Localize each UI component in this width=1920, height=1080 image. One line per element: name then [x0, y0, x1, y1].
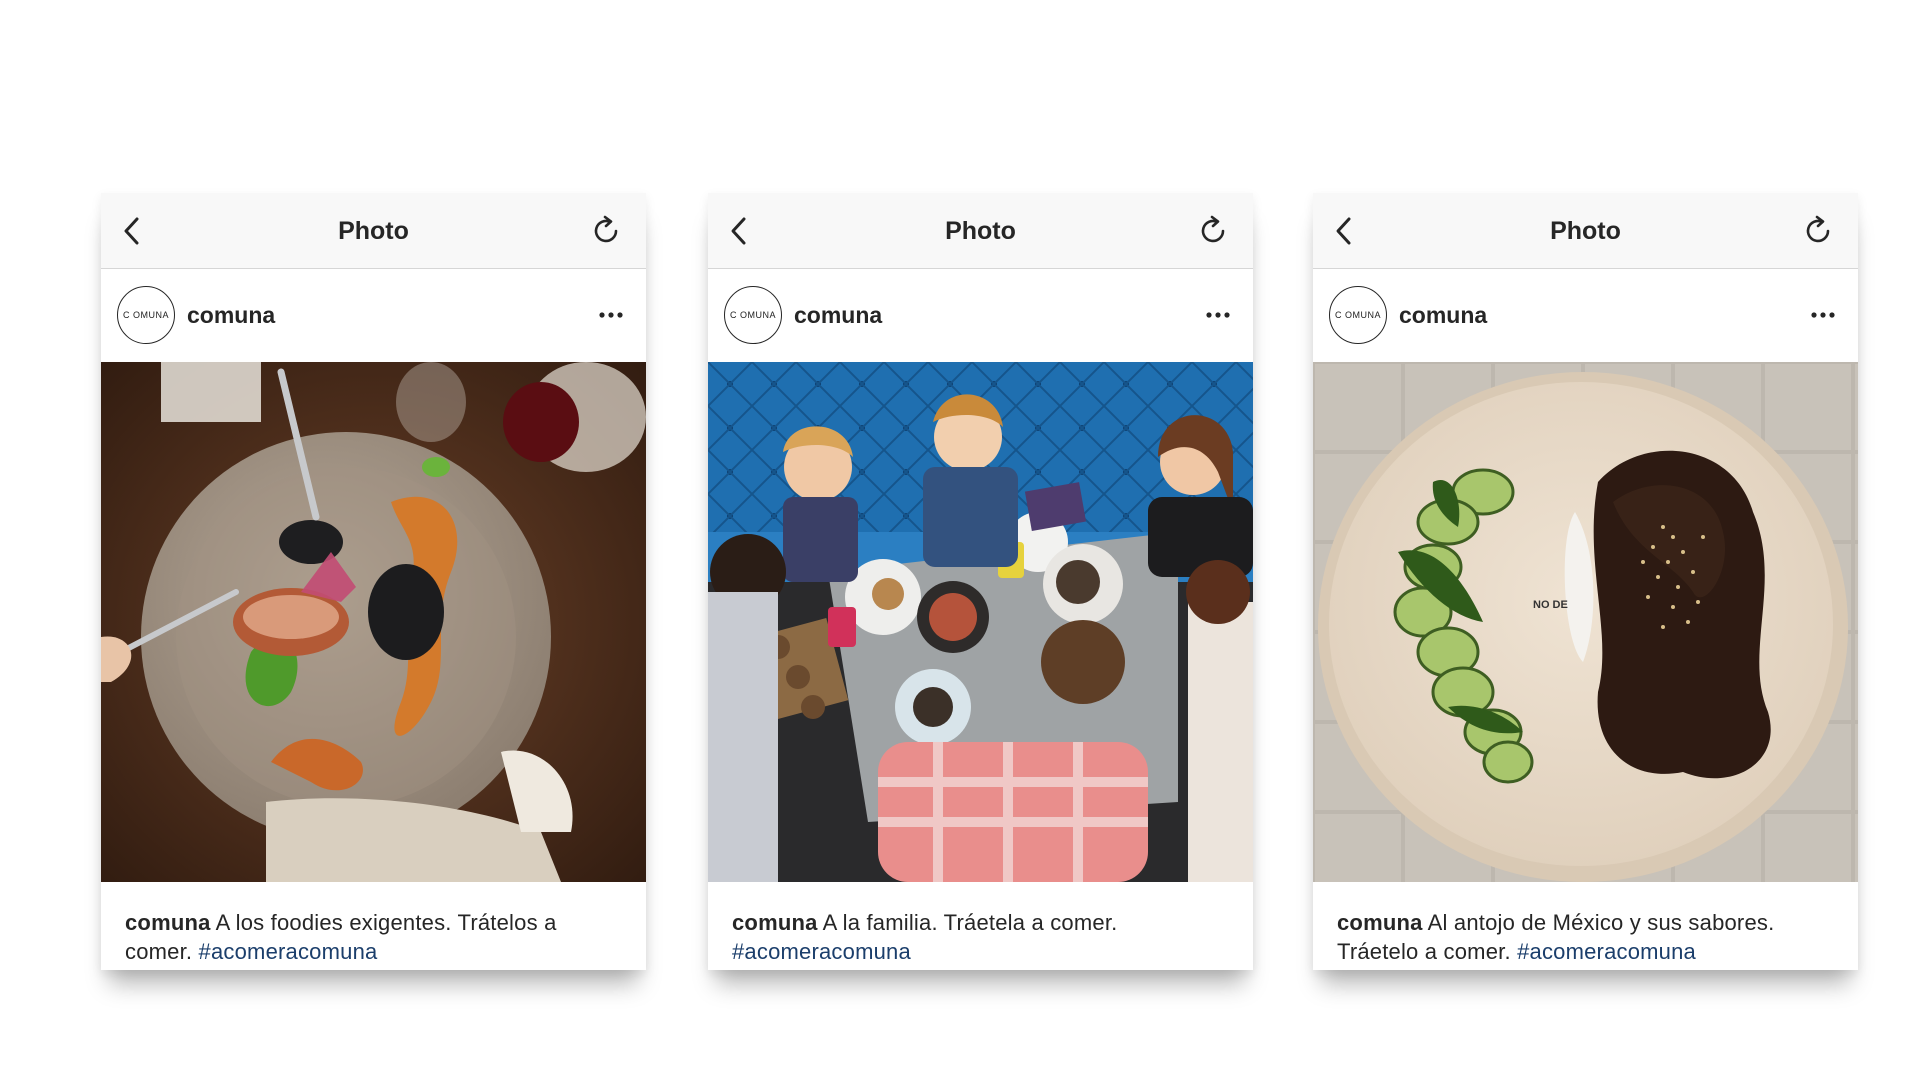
caption: comuna Al antojo de México y sus sabores…: [1313, 882, 1858, 966]
username[interactable]: comuna: [187, 269, 275, 362]
caption-username[interactable]: comuna: [732, 910, 818, 935]
avatar[interactable]: C OMUNA: [1329, 286, 1387, 344]
post-header: C OMUNA comuna: [1313, 269, 1858, 362]
post-header: C OMUNA comuna: [101, 269, 646, 362]
hashtag-link[interactable]: #acomeracomuna: [199, 939, 378, 964]
hashtag-link[interactable]: #acomeracomuna: [1517, 939, 1696, 964]
post-photo-salmon-plate[interactable]: [101, 362, 646, 882]
more-horizontal-icon[interactable]: [596, 304, 626, 326]
page-title: Photo: [338, 217, 409, 245]
topbar: Photo: [101, 193, 646, 269]
topbar: Photo: [708, 193, 1253, 269]
plate-text: NO DE: [1533, 599, 1568, 611]
avatar[interactable]: C OMUNA: [724, 286, 782, 344]
post-photo-family-table[interactable]: [708, 362, 1253, 882]
more-horizontal-icon[interactable]: [1203, 304, 1233, 326]
post-header: C OMUNA comuna: [708, 269, 1253, 362]
page-title: Photo: [1550, 217, 1621, 245]
avatar[interactable]: C OMUNA: [117, 286, 175, 344]
refresh-icon[interactable]: [588, 213, 624, 249]
caption-text: A la familia. Tráetela a comer.: [817, 910, 1118, 935]
more-horizontal-icon[interactable]: [1808, 304, 1838, 326]
caption: comuna A la familia. Tráetela a comer. #…: [708, 882, 1253, 966]
hashtag-link[interactable]: #acomeracomuna: [732, 939, 911, 964]
post-card-3: Photo C OMUNA comuna NO DE comuna Al ant…: [1313, 193, 1858, 970]
caption-username[interactable]: comuna: [1337, 910, 1423, 935]
refresh-icon[interactable]: [1195, 213, 1231, 249]
caption: comuna A los foodies exigentes. Trátelos…: [101, 882, 646, 966]
post-photo-mole-plate[interactable]: NO DE: [1313, 362, 1858, 882]
username[interactable]: comuna: [794, 269, 882, 362]
post-card-2: Photo C OMUNA comuna comuna A la familia…: [708, 193, 1253, 970]
page-title: Photo: [945, 217, 1016, 245]
username[interactable]: comuna: [1399, 269, 1487, 362]
refresh-icon[interactable]: [1800, 213, 1836, 249]
caption-username[interactable]: comuna: [125, 910, 211, 935]
post-card-1: Photo C OMUNA comuna comuna A los foodie…: [101, 193, 646, 970]
topbar: Photo: [1313, 193, 1858, 269]
